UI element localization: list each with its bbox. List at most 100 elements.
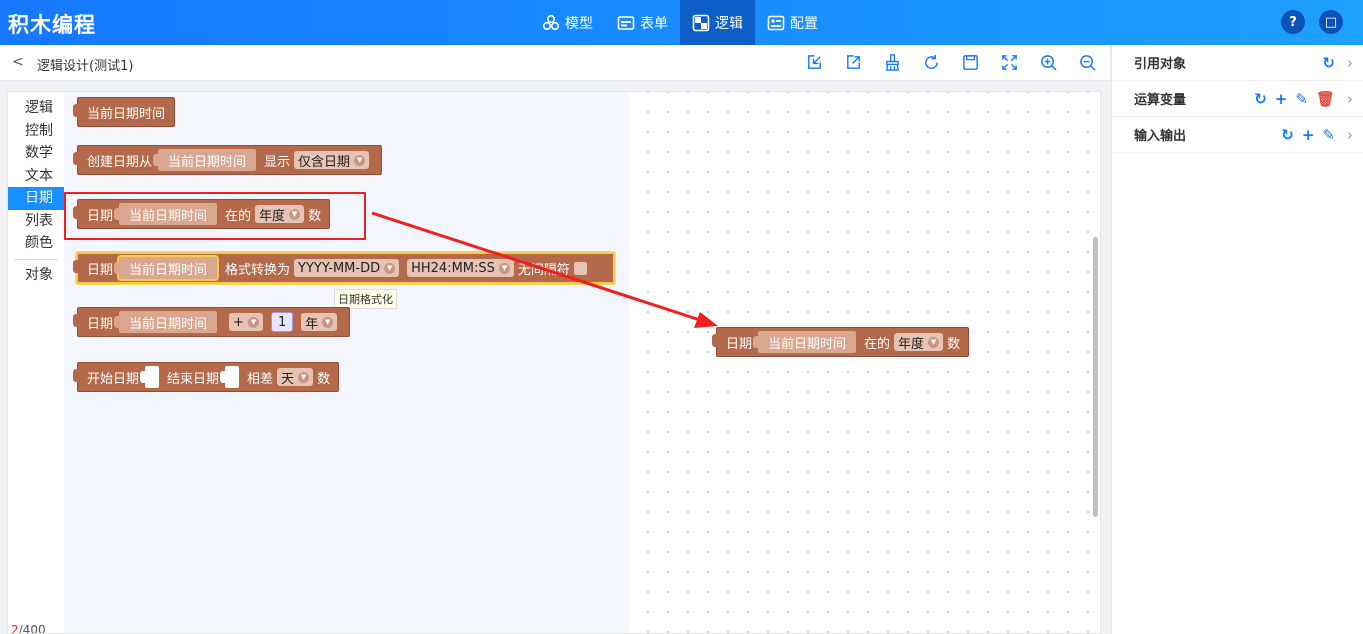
add-icon[interactable]: + [1275, 90, 1288, 108]
clean-icon[interactable] [883, 53, 902, 72]
zoom-in-icon[interactable] [1039, 53, 1058, 72]
block-text: 数 [947, 336, 961, 352]
toolbox-divider [14, 258, 58, 260]
chevron-right-icon[interactable]: › [1347, 90, 1353, 108]
toolbox-cat-color[interactable]: 颜色 [8, 232, 64, 255]
toolbox-cat-object[interactable]: 对象 [8, 264, 64, 287]
tooltip: 日期格式化 [334, 289, 397, 309]
save-icon[interactable] [961, 53, 980, 72]
logic-icon [692, 14, 710, 31]
block-label: 创建日期从 [87, 154, 153, 170]
nav-config-label: 配置 [790, 15, 818, 32]
block-label: 日期 [726, 336, 753, 352]
block-text: 显示 [264, 154, 291, 170]
block-label: 日期 [87, 262, 114, 278]
dropdown-value: YYYY-MM-DD [298, 260, 381, 276]
toolbox-cat-text[interactable]: 文本 [8, 165, 64, 188]
highlight-box [64, 192, 366, 240]
block-text: 无间隔符 [517, 262, 570, 278]
dropdown-value: HH24:MM:SS [411, 260, 495, 276]
block-dropdown-op[interactable]: + ▼ [229, 313, 263, 331]
refresh-icon[interactable]: ↻ [1281, 126, 1294, 144]
chevron-right-icon[interactable]: › [1347, 126, 1353, 144]
toolbox-cat-list[interactable]: 列表 [8, 210, 64, 233]
block-label: 当前日期时间 [87, 106, 166, 122]
block-text: 数 [317, 371, 331, 387]
panel-label: 输入输出 [1134, 129, 1187, 144]
block-create-date[interactable]: 创建日期从 当前日期时间 显示 仅含日期 ▼ [72, 145, 383, 175]
block-number-input[interactable]: 1 [270, 312, 294, 332]
workspace-scrollbar[interactable] [1093, 237, 1098, 517]
help-button[interactable]: ? [1281, 10, 1305, 34]
block-date-diff[interactable]: 开始日期 结束日期 相差 天 ▼ 数 [72, 362, 340, 392]
panel-ref-objects[interactable]: 引用对象 ↻ › [1112, 45, 1363, 81]
block-dropdown[interactable]: 年度 ▼ [894, 333, 944, 352]
toolbox-cat-control[interactable]: 控制 [8, 120, 64, 143]
block-input-slot[interactable]: 当前日期时间 [114, 257, 218, 279]
dropdown-arrow-icon: ▼ [247, 316, 259, 328]
dropdown-value: 年度 [898, 336, 925, 352]
toolbox-cat-logic[interactable]: 逻辑 [8, 97, 64, 120]
block-dropdown-unit[interactable]: 年 ▼ [301, 313, 338, 332]
block-checkbox[interactable] [573, 261, 587, 275]
canvas-block-date-part[interactable]: 日期 当前日期时间 在的 年度 ▼ 数 [711, 327, 970, 357]
model-icon [542, 14, 560, 30]
block-empty-slot[interactable] [220, 366, 240, 388]
block-input-slot[interactable]: 当前日期时间 [114, 311, 218, 333]
refresh-icon[interactable]: ↻ [1254, 90, 1267, 108]
nav-logic-label: 逻辑 [715, 15, 743, 32]
form-icon [617, 15, 635, 30]
refresh-icon[interactable] [922, 53, 941, 72]
add-icon[interactable]: + [1302, 126, 1315, 144]
toolbox-cat-date[interactable]: 日期 [8, 187, 64, 210]
dropdown-value: + [233, 314, 244, 330]
panel-io[interactable]: 输入输出 ↻ + ✎ › [1112, 117, 1363, 153]
chevron-right-icon[interactable]: › [1347, 54, 1353, 72]
export-icon[interactable] [844, 53, 863, 72]
import-icon[interactable] [805, 53, 824, 72]
nav-logic[interactable]: 逻辑 [680, 0, 755, 45]
block-count: 2 [11, 623, 19, 634]
delete-icon[interactable]: 🗑 [1316, 90, 1335, 108]
edit-icon[interactable]: ✎ [1322, 126, 1335, 144]
page-title: 逻辑设计(测试1) [37, 59, 134, 74]
block-dropdown-time[interactable]: HH24:MM:SS ▼ [407, 259, 514, 277]
dropdown-arrow-icon: ▼ [928, 336, 940, 348]
block-date-add[interactable]: 日期 当前日期时间 + ▼ 1 年 ▼ [72, 307, 351, 337]
dropdown-arrow-icon: ▼ [384, 262, 396, 274]
nav-form[interactable]: 表单 [605, 0, 680, 45]
block-text: 格式转换为 [225, 262, 291, 278]
nav-config[interactable]: 配置 [755, 0, 830, 45]
block-limit: /400 [18, 623, 46, 634]
block-dropdown-format[interactable]: YYYY-MM-DD ▼ [294, 259, 400, 277]
window-button[interactable]: □ [1319, 10, 1343, 34]
toolbox: 逻辑 控制 数学 文本 日期 列表 颜色 对象 [8, 92, 64, 633]
fit-icon[interactable] [1000, 53, 1019, 72]
block-input-slot[interactable]: 当前日期时间 [153, 149, 257, 171]
block-dropdown[interactable]: 天 ▼ [277, 368, 314, 387]
dropdown-arrow-icon: ▼ [498, 262, 510, 274]
right-panel: 引用对象 ↻ › 运算变量 ↻ + ✎ 🗑 › 输入输出 ↻ + ✎ › [1111, 45, 1363, 634]
block-counter: 2/400 [11, 623, 46, 634]
edit-icon[interactable]: ✎ [1295, 90, 1308, 108]
refresh-icon[interactable]: ↻ [1322, 54, 1335, 72]
block-input-slot[interactable]: 当前日期时间 [753, 331, 857, 353]
zoom-out-icon[interactable] [1078, 53, 1097, 72]
block-date-format[interactable]: 日期 当前日期时间 格式转换为 YYYY-MM-DD ▼ HH24:MM:SS ▼ … [73, 252, 615, 284]
block-text: 在的 [864, 336, 891, 352]
block-dropdown[interactable]: 仅含日期 ▼ [294, 151, 370, 170]
dropdown-arrow-icon: ▼ [354, 154, 366, 166]
block-current-datetime[interactable]: 当前日期时间 [72, 97, 176, 127]
nav-model-label: 模型 [565, 15, 593, 32]
block-empty-slot[interactable] [140, 366, 160, 388]
panel-variables[interactable]: 运算变量 ↻ + ✎ 🗑 › [1112, 81, 1363, 117]
toolbox-cat-math[interactable]: 数学 [8, 142, 64, 165]
block-text: 相差 [247, 371, 274, 387]
back-button[interactable]: < [12, 54, 24, 70]
dropdown-value: 年 [305, 316, 319, 332]
top-nav: 模型 表单 逻辑 配置 [530, 0, 830, 45]
app-logo: 积木编程 [8, 13, 96, 37]
canvas-tools [805, 53, 1097, 72]
nav-model[interactable]: 模型 [530, 0, 605, 45]
config-icon [767, 15, 785, 30]
